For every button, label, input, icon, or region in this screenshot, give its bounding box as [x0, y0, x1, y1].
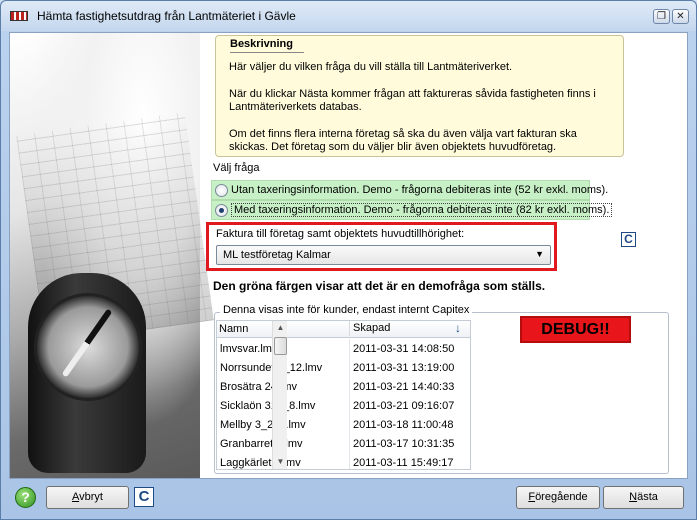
created-date-cell: 2011-03-18 11:00:48	[349, 415, 470, 434]
demo-note: Den gröna färgen visar att det är en dem…	[213, 279, 546, 293]
description-paragraph-2: När du klickar Nästa kommer frågan att f…	[229, 88, 596, 113]
column-header-name[interactable]: Namn	[219, 323, 248, 335]
dropdown-arrow-icon[interactable]: ▼	[535, 249, 544, 259]
window-title: Hämta fastighetsutdrag från Lantmäteriet…	[37, 9, 296, 23]
created-date-text: 2011-03-21 09:16:07	[353, 400, 455, 412]
created-date-text: 2011-03-17 10:31:35	[353, 438, 455, 450]
file-list[interactable]: Namn Skapad ↓ lmvsvar.lmv 2011-03-31 14:0…	[216, 320, 471, 470]
scroll-up-icon[interactable]: ▲	[273, 321, 288, 335]
created-date-text: 2011-03-31 14:08:50	[353, 343, 455, 355]
capitex-logo-icon[interactable]: C	[134, 487, 154, 507]
created-date-text: 2011-03-18 11:00:48	[353, 419, 454, 431]
table-row[interactable]: Norrsundet 3_12.lmv 2011-03-31 13:19:00	[217, 358, 470, 377]
heading-divider	[230, 52, 304, 53]
created-date-cell: 2011-03-21 09:16:07	[349, 396, 470, 415]
compass-photo	[10, 33, 214, 478]
radio-button-selected[interactable]	[215, 204, 228, 217]
option-label: Med taxeringsinformation. Demo - frågorn…	[231, 203, 613, 217]
created-date-text: 2011-03-31 13:19:00	[353, 362, 455, 374]
help-icon[interactable]: ?	[15, 487, 36, 508]
cancel-label: vbryt	[79, 491, 103, 503]
company-label: Faktura till företag samt objektets huvu…	[216, 228, 465, 240]
created-date-cell: 2011-03-17 10:31:35	[349, 434, 470, 453]
list-scrollbar[interactable]: ▲ ▼	[272, 321, 287, 469]
option-with-tax-info[interactable]: Med taxeringsinformation. Demo - frågorn…	[211, 200, 613, 220]
created-date-cell: 2011-03-31 14:08:50	[349, 339, 470, 358]
created-date-cell: 2011-03-11 15:49:17	[349, 453, 470, 469]
table-row[interactable]: Brosätra 24.lmv 2011-03-21 14:40:33	[217, 377, 470, 396]
cancel-button[interactable]: Avbryt	[46, 486, 129, 509]
close-button[interactable]: ✕	[672, 9, 689, 24]
debug-badge: DEBUG!!	[520, 316, 631, 343]
company-highlight-box: Faktura till företag samt objektets huvu…	[206, 222, 557, 271]
title-bar[interactable]: Hämta fastighetsutdrag från Lantmäteriet…	[1, 1, 696, 31]
compass-face-image	[34, 293, 142, 401]
created-date-cell: 2011-03-21 14:40:33	[349, 377, 470, 396]
option-without-tax-info[interactable]: Utan taxeringsinformation. Demo - frågor…	[211, 180, 608, 200]
company-dropdown[interactable]: ML testföretag Kalmar ▼	[216, 245, 551, 265]
created-date-cell: 2011-03-31 13:19:00	[349, 358, 470, 377]
company-dropdown-value: ML testföretag Kalmar	[223, 249, 331, 261]
restore-button[interactable]: ❐	[653, 9, 670, 24]
option-label: Utan taxeringsinformation. Demo - frågor…	[231, 184, 609, 196]
debug-caption: Denna visas inte för kunder, endast inte…	[220, 304, 473, 316]
description-paragraph-1: Här väljer du vilken fråga du vill ställ…	[229, 61, 513, 73]
table-row[interactable]: Laggkärlet 6.lmv 2011-03-11 15:49:17	[217, 453, 470, 469]
next-button[interactable]: Nästa	[603, 486, 684, 509]
description-paragraph-3: Om det finns flera interna företag så sk…	[229, 128, 577, 153]
scroll-thumb[interactable]	[274, 337, 287, 355]
previous-label: öregående	[535, 491, 588, 503]
table-row[interactable]: Mellby 3_209.lmv 2011-03-18 11:00:48	[217, 415, 470, 434]
capitex-logo-icon: C	[621, 232, 636, 247]
created-date-text: 2011-03-11 15:49:17	[353, 457, 454, 469]
app-flag-icon	[10, 11, 28, 21]
table-row[interactable]: Granbarret 8.lmv 2011-03-17 10:31:35	[217, 434, 470, 453]
radio-button[interactable]	[215, 184, 228, 197]
next-label: ästa	[637, 491, 658, 503]
table-row[interactable]: Sicklaön 312_8.lmv 2011-03-21 09:16:07	[217, 396, 470, 415]
next-accesskey: N	[629, 491, 638, 503]
scroll-down-icon[interactable]: ▼	[273, 455, 288, 469]
table-row[interactable]: lmvsvar.lmv 2011-03-31 14:08:50	[217, 339, 470, 358]
description-heading: Beskrivning	[230, 38, 293, 50]
created-date-text: 2011-03-21 14:40:33	[353, 381, 455, 393]
list-header: Namn Skapad ↓	[217, 321, 470, 338]
question-label: Välj fråga	[213, 162, 260, 174]
column-header-created[interactable]: Skapad	[349, 321, 390, 336]
dialog-window: Hämta fastighetsutdrag från Lantmäteriet…	[0, 0, 697, 520]
wizard-content: Beskrivning Här väljer du vilken fråga d…	[9, 32, 688, 479]
description-box: Beskrivning Här väljer du vilken fråga d…	[215, 35, 624, 157]
sort-descending-icon[interactable]: ↓	[455, 321, 461, 335]
previous-button[interactable]: Föregående	[516, 486, 600, 509]
